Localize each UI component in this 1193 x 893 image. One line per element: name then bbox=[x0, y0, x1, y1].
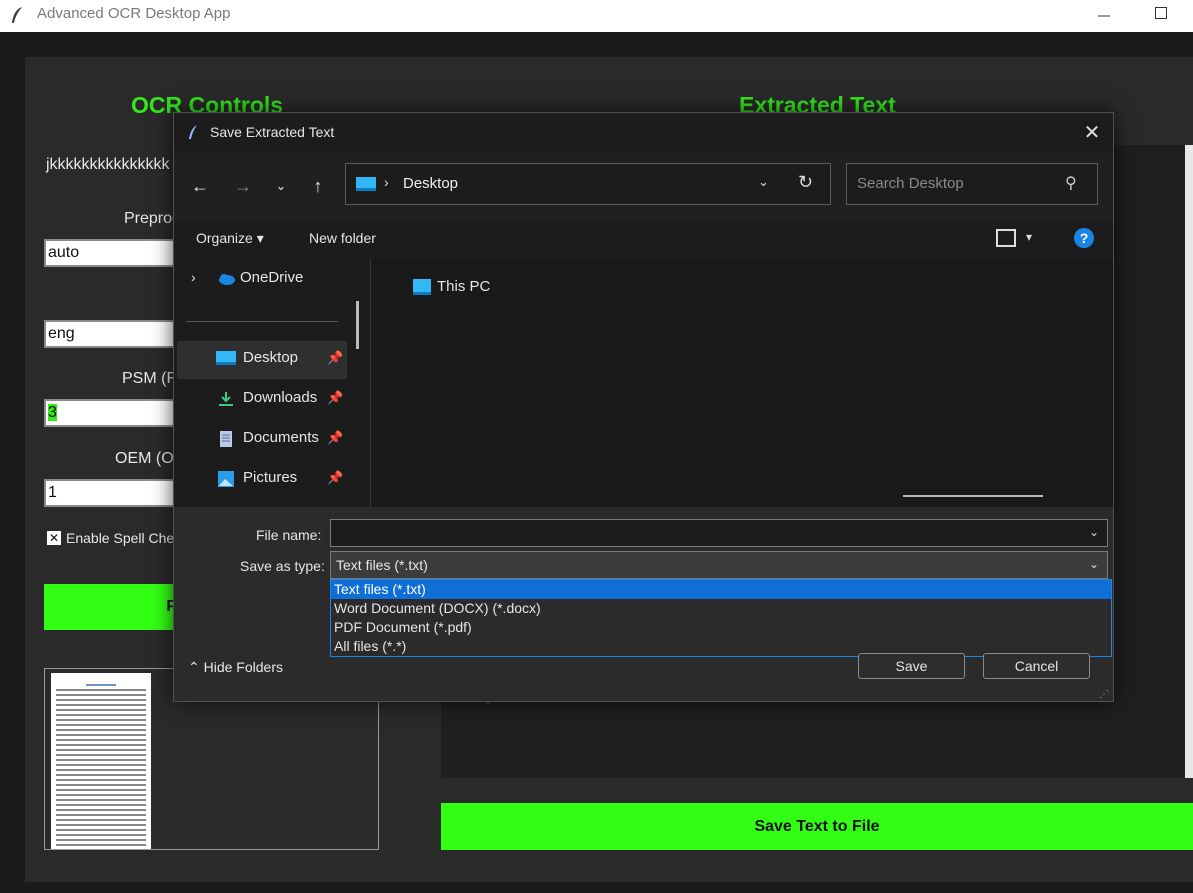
save-text-button[interactable]: Save Text to File bbox=[441, 803, 1193, 850]
chevron-down-icon[interactable]: ⌄ bbox=[1089, 525, 1099, 539]
file-item-label: This PC bbox=[437, 278, 491, 295]
breadcrumb-chevron-icon: › bbox=[384, 174, 389, 190]
search-placeholder: Search Desktop bbox=[857, 175, 964, 192]
cancel-button[interactable]: Cancel bbox=[983, 653, 1090, 679]
pin-icon: 📌 bbox=[327, 430, 344, 445]
up-arrow-icon[interactable]: ↑ bbox=[305, 173, 331, 199]
language-field[interactable]: eng bbox=[44, 320, 184, 348]
desktop-icon bbox=[356, 177, 376, 191]
feather-icon bbox=[189, 125, 197, 139]
cloud-icon bbox=[219, 274, 235, 285]
search-box[interactable]: Search Desktop ⚲ bbox=[846, 163, 1098, 205]
forward-arrow-icon[interactable]: → bbox=[230, 173, 256, 199]
psm-field[interactable]: 3 bbox=[44, 399, 184, 427]
new-folder-button[interactable]: New folder bbox=[309, 230, 376, 246]
save-as-type-label: Save as type: bbox=[240, 558, 325, 574]
address-bar[interactable]: › Desktop ⌄ ↻ bbox=[345, 163, 831, 205]
tree-item-label: Downloads bbox=[243, 389, 318, 406]
tree-item-onedrive[interactable]: › OneDrive bbox=[177, 261, 347, 299]
save-button[interactable]: Save bbox=[858, 653, 965, 679]
tree-scrollbar[interactable] bbox=[356, 301, 359, 349]
organize-button[interactable]: Organize ▾ bbox=[196, 230, 264, 247]
maximize-icon[interactable] bbox=[1155, 7, 1167, 19]
minimize-icon[interactable] bbox=[1097, 6, 1111, 24]
dialog-title: Save Extracted Text bbox=[210, 124, 335, 140]
recent-chevron-icon[interactable]: ⌄ bbox=[268, 173, 294, 199]
navigation-pane: › OneDrive Desktop 📌 Downloads 📌 Documen… bbox=[174, 259, 370, 507]
window-title: Advanced OCR Desktop App bbox=[37, 5, 231, 22]
tree-item-desktop[interactable]: Desktop 📌 bbox=[177, 341, 347, 379]
tree-item-label: Desktop bbox=[243, 349, 299, 366]
tree-item-label: Documents bbox=[243, 429, 319, 446]
preview-page bbox=[51, 673, 151, 849]
tree-item-documents[interactable]: Documents 📌 bbox=[177, 421, 347, 459]
process-button[interactable]: Pe bbox=[44, 584, 186, 630]
computer-icon bbox=[413, 279, 431, 295]
save-dialog: Save Extracted Text ✕ ← → ⌄ ↑ › Desktop … bbox=[173, 112, 1114, 702]
refresh-icon[interactable]: ↻ bbox=[798, 172, 813, 193]
pin-icon: 📌 bbox=[327, 390, 344, 405]
tree-item-label: Pictures bbox=[243, 469, 298, 486]
chevron-up-icon: ⌃ bbox=[188, 659, 200, 675]
hide-folders-label: Hide Folders bbox=[203, 659, 283, 675]
help-icon[interactable]: ? bbox=[1074, 228, 1094, 248]
save-as-type-select[interactable]: Text files (*.txt) ⌄ bbox=[330, 551, 1108, 579]
organize-label: Organize bbox=[196, 230, 253, 246]
view-options-icon[interactable] bbox=[996, 229, 1016, 247]
file-list-scrollbar[interactable] bbox=[903, 495, 1043, 497]
back-arrow-icon[interactable]: ← bbox=[187, 173, 213, 199]
resize-grip-icon[interactable]: ⋰ bbox=[1099, 689, 1109, 700]
type-option[interactable]: PDF Document (*.pdf) bbox=[331, 618, 1111, 637]
tree-item-downloads[interactable]: Downloads 📌 bbox=[177, 381, 347, 419]
tree-item-label: OneDrive bbox=[240, 269, 304, 286]
tree-item-pictures[interactable]: Pictures 📌 bbox=[177, 461, 347, 499]
feather-icon bbox=[12, 7, 22, 23]
chevron-down-icon[interactable]: ⌄ bbox=[1089, 557, 1099, 571]
type-option[interactable]: Text files (*.txt) bbox=[331, 580, 1111, 599]
address-path: Desktop bbox=[403, 175, 459, 192]
pin-icon: 📌 bbox=[327, 470, 344, 485]
type-option[interactable]: Word Document (DOCX) (*.docx) bbox=[331, 599, 1111, 618]
psm-label: PSM (F bbox=[122, 370, 177, 387]
desktop-icon bbox=[216, 351, 236, 365]
download-icon bbox=[219, 392, 233, 406]
title-bar: Advanced OCR Desktop App bbox=[0, 0, 1193, 32]
close-icon[interactable]: ✕ bbox=[1080, 121, 1104, 145]
spell-check-label: Enable Spell Che bbox=[66, 530, 175, 546]
oem-field[interactable]: 1 bbox=[44, 479, 184, 507]
document-icon bbox=[220, 431, 232, 447]
picture-icon bbox=[218, 471, 234, 487]
spell-check-checkbox[interactable]: ✕ bbox=[47, 531, 61, 545]
search-icon: ⚲ bbox=[1065, 175, 1077, 192]
file-name-label: File name: bbox=[256, 527, 322, 543]
save-as-type-value: Text files (*.txt) bbox=[336, 557, 428, 573]
file-path-label: jkkkkkkkkkkkkkkk bbox=[46, 156, 170, 173]
dialog-footer: File name: ⌄ Save as type: Text files (*… bbox=[174, 507, 1113, 701]
file-list: This PC bbox=[371, 259, 1113, 507]
chevron-down-icon[interactable]: ⌄ bbox=[758, 174, 769, 190]
hide-folders-button[interactable]: ⌃ Hide Folders bbox=[188, 659, 283, 676]
pin-icon: 📌 bbox=[327, 350, 344, 365]
preprocess-field[interactable]: auto bbox=[44, 239, 184, 267]
chevron-down-icon[interactable]: ▾ bbox=[1026, 230, 1032, 244]
file-name-input[interactable]: ⌄ bbox=[330, 519, 1108, 547]
navigation-bar: ← → ⌄ ↑ › Desktop ⌄ ↻ Search Desktop ⚲ bbox=[174, 151, 1113, 221]
psm-value: 3 bbox=[48, 404, 57, 421]
save-as-type-options: Text files (*.txt) Word Document (DOCX) … bbox=[330, 579, 1112, 657]
oem-label: OEM (O bbox=[115, 450, 174, 467]
text-scrollbar[interactable] bbox=[1185, 145, 1193, 778]
command-bar: Organize ▾ New folder ▾ ? bbox=[174, 221, 1113, 259]
expand-chevron-icon[interactable]: › bbox=[191, 269, 196, 285]
preprocess-label: Preproc bbox=[124, 210, 181, 227]
